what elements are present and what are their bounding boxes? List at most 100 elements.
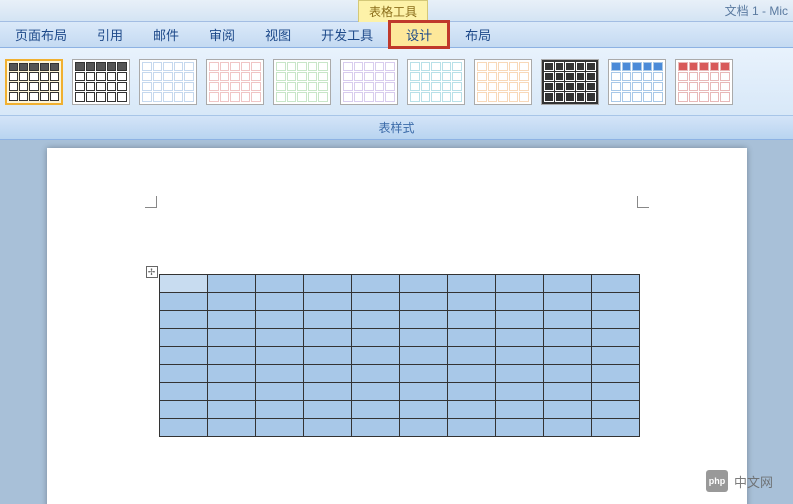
table-cell[interactable]: [255, 311, 303, 329]
table-style-4[interactable]: [206, 59, 264, 105]
document-table[interactable]: [159, 274, 640, 437]
table-cell[interactable]: [447, 419, 495, 437]
table-cell[interactable]: [543, 275, 591, 293]
table-cell[interactable]: [399, 275, 447, 293]
table-move-handle-icon[interactable]: ✢: [146, 266, 158, 278]
table-cell[interactable]: [303, 311, 351, 329]
table-cell[interactable]: [543, 383, 591, 401]
table-cell[interactable]: [495, 383, 543, 401]
table-cell[interactable]: [591, 383, 639, 401]
table-cell[interactable]: [207, 311, 255, 329]
table-cell[interactable]: [159, 275, 207, 293]
table-cell[interactable]: [399, 419, 447, 437]
table-cell[interactable]: [351, 365, 399, 383]
table-cell[interactable]: [495, 293, 543, 311]
table-style-1[interactable]: [5, 59, 63, 105]
table-cell[interactable]: [351, 347, 399, 365]
table-cell[interactable]: [447, 275, 495, 293]
table-style-6[interactable]: [340, 59, 398, 105]
table-cell[interactable]: [447, 293, 495, 311]
table-cell[interactable]: [399, 311, 447, 329]
table-cell[interactable]: [255, 419, 303, 437]
table-cell[interactable]: [303, 383, 351, 401]
table-cell[interactable]: [159, 293, 207, 311]
table-cell[interactable]: [159, 419, 207, 437]
table-cell[interactable]: [207, 293, 255, 311]
table-cell[interactable]: [495, 275, 543, 293]
table-cell[interactable]: [303, 347, 351, 365]
table-cell[interactable]: [447, 311, 495, 329]
table-cell[interactable]: [543, 347, 591, 365]
table-cell[interactable]: [255, 383, 303, 401]
tab-references[interactable]: 引用: [82, 22, 138, 47]
table-cell[interactable]: [399, 401, 447, 419]
table-cell[interactable]: [591, 311, 639, 329]
table-cell[interactable]: [351, 311, 399, 329]
table-cell[interactable]: [543, 419, 591, 437]
table-cell[interactable]: [543, 311, 591, 329]
table-cell[interactable]: [255, 275, 303, 293]
table-cell[interactable]: [207, 365, 255, 383]
table-cell[interactable]: [399, 293, 447, 311]
table-style-9[interactable]: [541, 59, 599, 105]
table-cell[interactable]: [255, 293, 303, 311]
table-cell[interactable]: [447, 347, 495, 365]
tab-view[interactable]: 视图: [250, 22, 306, 47]
table-style-5[interactable]: [273, 59, 331, 105]
table-cell[interactable]: [159, 329, 207, 347]
table-cell[interactable]: [207, 419, 255, 437]
table-style-10[interactable]: [608, 59, 666, 105]
table-cell[interactable]: [351, 383, 399, 401]
table-cell[interactable]: [543, 293, 591, 311]
table-cell[interactable]: [207, 347, 255, 365]
tab-review[interactable]: 审阅: [194, 22, 250, 47]
table-cell[interactable]: [399, 329, 447, 347]
table-cell[interactable]: [591, 419, 639, 437]
table-cell[interactable]: [159, 347, 207, 365]
table-cell[interactable]: [591, 293, 639, 311]
table-cell[interactable]: [447, 365, 495, 383]
tab-design[interactable]: 设计: [388, 20, 450, 49]
table-cell[interactable]: [399, 347, 447, 365]
table-cell[interactable]: [495, 401, 543, 419]
table-cell[interactable]: [303, 365, 351, 383]
table-cell[interactable]: [543, 329, 591, 347]
table-cell[interactable]: [255, 365, 303, 383]
table-cell[interactable]: [591, 347, 639, 365]
table-cell[interactable]: [351, 401, 399, 419]
table-cell[interactable]: [447, 401, 495, 419]
table-style-11[interactable]: [675, 59, 733, 105]
table-cell[interactable]: [207, 401, 255, 419]
tab-layout[interactable]: 布局: [450, 22, 506, 47]
table-cell[interactable]: [495, 347, 543, 365]
table-cell[interactable]: [351, 293, 399, 311]
table-cell[interactable]: [303, 419, 351, 437]
table-cell[interactable]: [255, 347, 303, 365]
table-cell[interactable]: [447, 329, 495, 347]
table-cell[interactable]: [207, 383, 255, 401]
table-cell[interactable]: [303, 293, 351, 311]
table-cell[interactable]: [543, 365, 591, 383]
table-cell[interactable]: [159, 311, 207, 329]
table-style-8[interactable]: [474, 59, 532, 105]
table-cell[interactable]: [255, 401, 303, 419]
table-cell[interactable]: [303, 329, 351, 347]
table-cell[interactable]: [591, 401, 639, 419]
table-cell[interactable]: [207, 275, 255, 293]
table-cell[interactable]: [351, 419, 399, 437]
table-cell[interactable]: [591, 329, 639, 347]
table-cell[interactable]: [399, 365, 447, 383]
table-cell[interactable]: [351, 329, 399, 347]
table-cell[interactable]: [159, 383, 207, 401]
table-cell[interactable]: [495, 365, 543, 383]
table-style-2[interactable]: [72, 59, 130, 105]
tab-mailings[interactable]: 邮件: [138, 22, 194, 47]
table-cell[interactable]: [207, 329, 255, 347]
table-style-7[interactable]: [407, 59, 465, 105]
table-cell[interactable]: [399, 383, 447, 401]
table-cell[interactable]: [447, 383, 495, 401]
table-cell[interactable]: [495, 311, 543, 329]
table-cell[interactable]: [351, 275, 399, 293]
table-cell[interactable]: [495, 419, 543, 437]
table-cell[interactable]: [159, 365, 207, 383]
